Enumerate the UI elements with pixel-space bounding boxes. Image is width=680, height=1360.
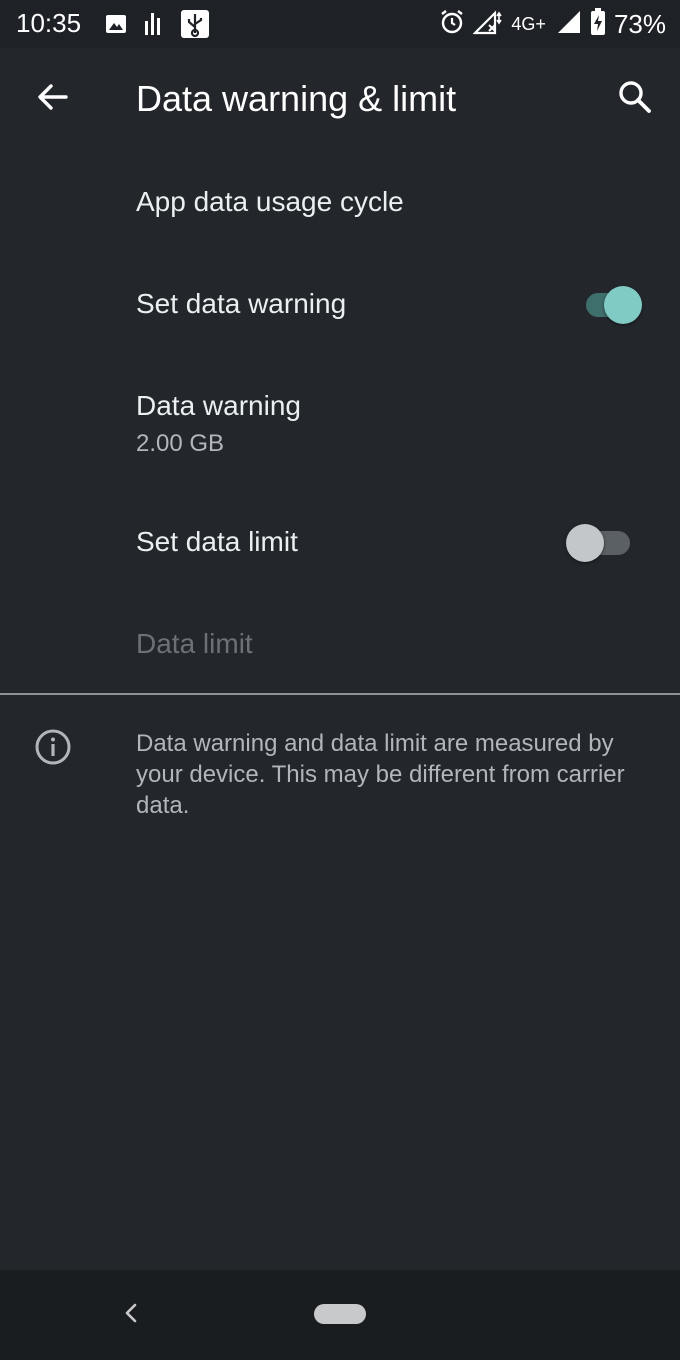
screen: 10:35 4G+ 73% Data warning & limit App d… [0, 0, 680, 1360]
network-type: 4G+ [511, 14, 546, 34]
no-signal-icon [472, 9, 503, 40]
status-time: 10:35 [16, 8, 82, 38]
data-warning-toggle[interactable] [582, 282, 646, 324]
divider [0, 693, 680, 695]
app-bar: Data warning & limit [0, 48, 680, 150]
setting-data-limit: Data limit [0, 592, 680, 692]
data-limit-toggle[interactable] [566, 520, 634, 562]
home-pill-icon[interactable] [314, 1304, 366, 1324]
setting-title: App data usage cycle [136, 186, 404, 217]
setting-title: Data warning [136, 390, 301, 421]
signal-icon [556, 9, 582, 40]
battery-percent: 73% [613, 9, 666, 39]
toggle-thumb [604, 286, 642, 324]
alarm-icon [439, 9, 465, 40]
chart-icon [142, 11, 166, 42]
arrow-back-icon [36, 80, 70, 119]
nav-back-button[interactable] [116, 1300, 146, 1330]
setting-set-data-limit[interactable]: Set data limit [0, 490, 680, 592]
toggle-thumb [566, 524, 604, 562]
status-bar: 10:35 4G+ 73% [0, 0, 680, 48]
info-footer-text: Data warning and data limit are measured… [136, 730, 625, 819]
setting-title: Set data warning [136, 288, 347, 319]
status-left-icons [104, 9, 210, 44]
nav-back-icon [121, 1301, 141, 1330]
setting-title: Data limit [136, 628, 253, 659]
data-warning-value: 2.00 GB [136, 430, 225, 457]
search-icon [617, 79, 653, 120]
status-right-icons: 4G+ 73% [439, 8, 666, 41]
search-button[interactable] [610, 74, 660, 124]
navigation-bar [0, 1270, 680, 1360]
setting-data-warning[interactable]: Data warning 2.00 GB [0, 354, 680, 474]
setting-app-data-usage-cycle[interactable]: App data usage cycle [0, 150, 680, 252]
setting-set-data-warning[interactable]: Set data warning [0, 252, 680, 354]
setting-title: Set data limit [136, 526, 298, 557]
page-title: Data warning & limit [136, 78, 457, 119]
image-icon [104, 12, 128, 41]
info-icon [34, 728, 72, 766]
back-button[interactable] [28, 74, 78, 124]
battery-charging-icon [590, 8, 606, 41]
usb-icon [180, 9, 210, 44]
